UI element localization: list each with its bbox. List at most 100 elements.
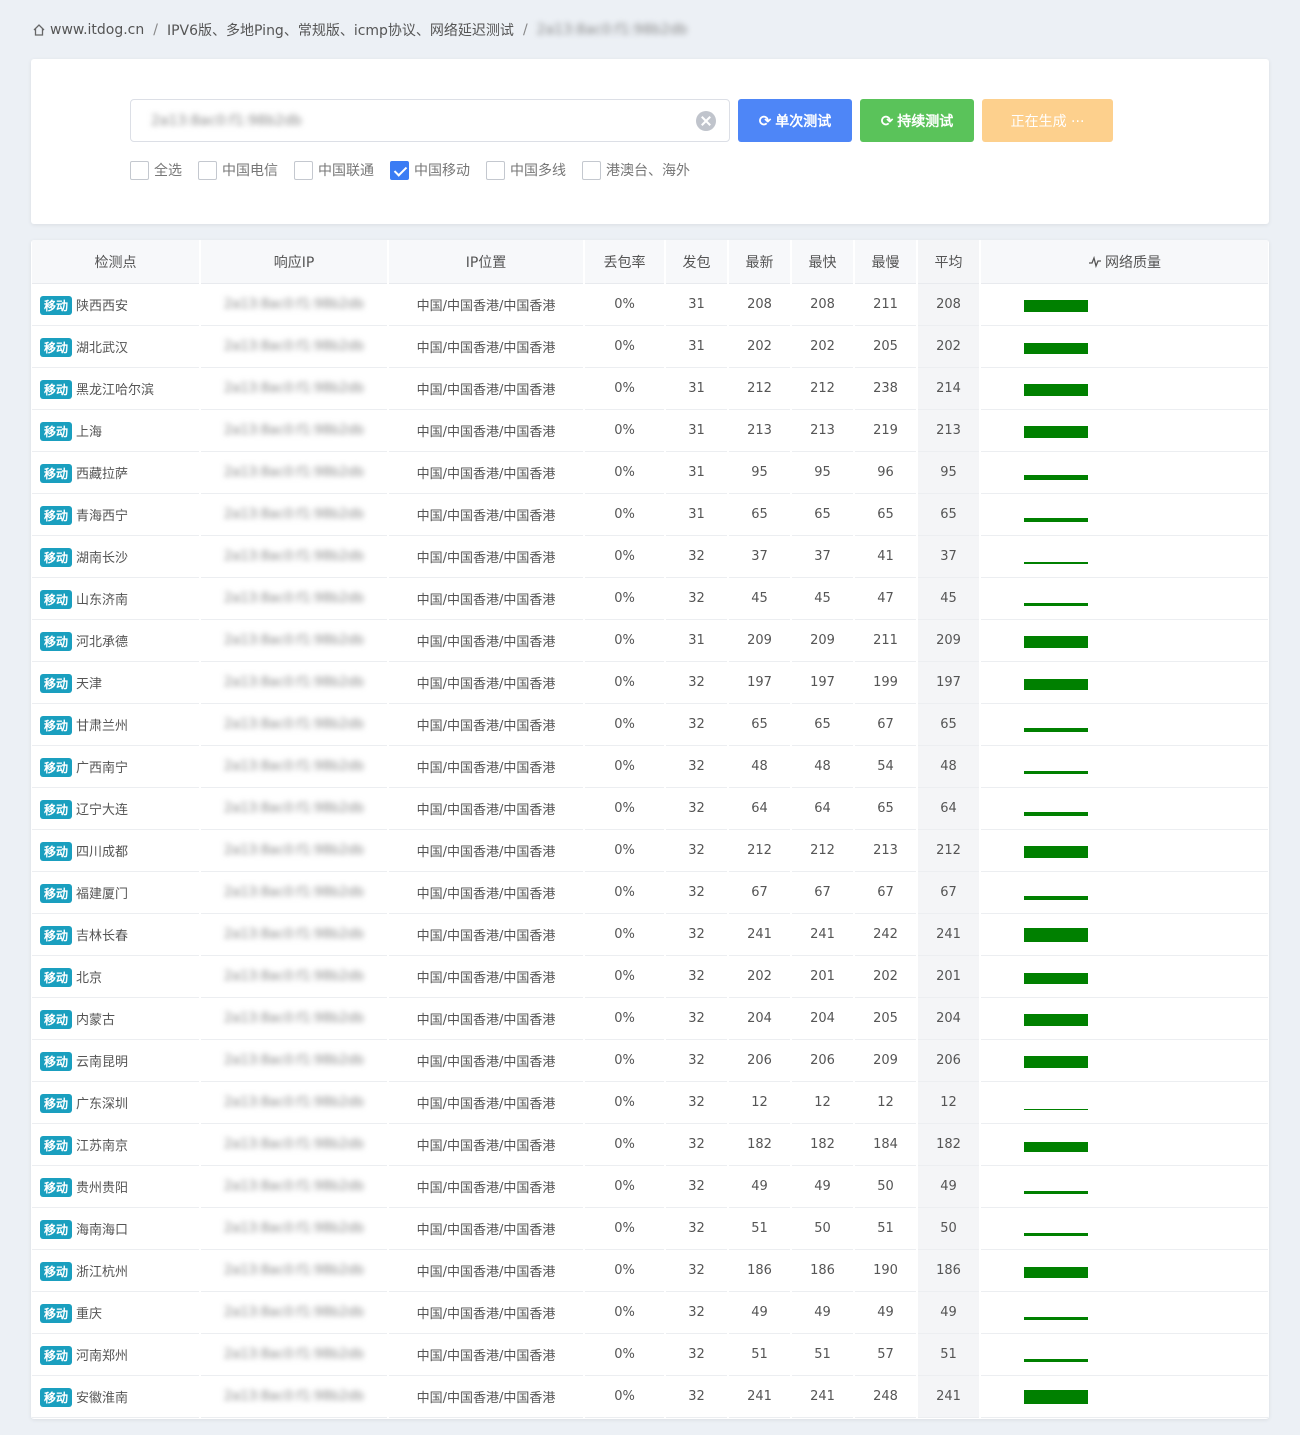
cell-sent: 32 xyxy=(666,1166,727,1208)
single-test-button[interactable]: ⟳ 单次测试 xyxy=(738,99,852,142)
col-latest[interactable]: 最新 xyxy=(729,240,790,284)
cell-location: 中国/中国香港/中国香港 xyxy=(389,1166,583,1208)
cell-location-text: 中国/中国香港/中国香港 xyxy=(416,719,556,734)
cell-location-text: 中国/中国香港/中国香港 xyxy=(416,845,556,860)
node-name: 湖北武汉 xyxy=(76,340,129,356)
cell-slowest: 213 xyxy=(855,830,916,872)
cell-latest-text: 64 xyxy=(751,801,768,816)
isp-badge: 移动 xyxy=(40,967,73,987)
cell-slowest-text: 209 xyxy=(873,1053,898,1068)
filter-label: 港澳台、海外 xyxy=(606,163,690,179)
breadcrumb-site[interactable]: www.itdog.cn xyxy=(50,22,144,38)
isp-badge: 移动 xyxy=(40,1345,73,1365)
cell-fastest: 65 xyxy=(792,494,853,536)
cell-average-text: 37 xyxy=(940,549,957,564)
home-icon[interactable] xyxy=(32,23,46,37)
generating-button[interactable]: 正在生成 ··· xyxy=(982,99,1113,142)
clear-icon[interactable] xyxy=(696,111,716,131)
cell-latest-text: 212 xyxy=(747,843,772,858)
col-loss[interactable]: 丢包率 xyxy=(585,240,664,284)
col-slowest[interactable]: 最慢 xyxy=(855,240,916,284)
cell-loss-text: 0% xyxy=(614,591,635,606)
quality-bar xyxy=(1024,426,1088,438)
checkbox-icon[interactable] xyxy=(294,160,313,180)
isp-badge: 移动 xyxy=(40,463,73,483)
isp-badge: 移动 xyxy=(40,1051,73,1071)
cell-location-text: 中国/中国香港/中国香港 xyxy=(416,971,556,986)
cell-ip: 2a13:8ac0:f1:98b2db xyxy=(201,410,387,452)
cell-latest-text: 51 xyxy=(751,1347,768,1362)
breadcrumb-separator: / xyxy=(522,22,528,38)
cell-sent-text: 31 xyxy=(688,423,705,438)
cell-latest-text: 241 xyxy=(747,927,772,942)
checkbox-icon[interactable] xyxy=(130,160,149,180)
cell-fastest-text: 12 xyxy=(814,1095,831,1110)
checkbox-icon[interactable] xyxy=(582,160,601,180)
cell-latest: 65 xyxy=(729,494,790,536)
cell-average-text: 95 xyxy=(940,465,957,480)
cell-slowest: 238 xyxy=(855,368,916,410)
col-fastest[interactable]: 最快 xyxy=(792,240,853,284)
quality-bar xyxy=(1024,475,1088,480)
cell-quality xyxy=(981,1334,1268,1376)
cell-average: 45 xyxy=(918,578,979,620)
col-ip[interactable]: 响应IP xyxy=(201,240,387,284)
node-name: 海南海口 xyxy=(76,1222,129,1238)
cell-quality xyxy=(981,368,1268,410)
cell-ip: 2a13:8ac0:f1:98b2db xyxy=(201,1334,387,1376)
cell-quality xyxy=(981,326,1268,368)
cell-slowest: 184 xyxy=(855,1124,916,1166)
col-average[interactable]: 平均 xyxy=(918,240,979,284)
col-sent[interactable]: 发包 xyxy=(666,240,727,284)
cell-fastest: 197 xyxy=(792,662,853,704)
cell-latest-text: 206 xyxy=(747,1053,772,1068)
cell-slowest-text: 202 xyxy=(873,969,898,984)
cell-location-text: 中国/中国香港/中国香港 xyxy=(416,1307,556,1322)
cell-ip-text: 2a13:8ac0:f1:98b2db xyxy=(224,423,364,438)
cell-fastest: 202 xyxy=(792,326,853,368)
cell-latest: 186 xyxy=(729,1250,790,1292)
cell-latest: 182 xyxy=(729,1124,790,1166)
cell-node: 移动 湖北武汉 xyxy=(32,326,199,368)
cell-ip-text: 2a13:8ac0:f1:98b2db xyxy=(224,843,364,858)
cell-ip-text: 2a13:8ac0:f1:98b2db xyxy=(224,1305,364,1320)
checkbox-icon[interactable] xyxy=(486,160,505,180)
isp-badge: 移动 xyxy=(40,1261,73,1281)
table-row: 移动 上海 2a13:8ac0:f1:98b2db 中国/中国香港/中国香港 0% 31 2… xyxy=(32,410,1268,452)
breadcrumb-page[interactable]: IPV6版、多地Ping、常规版、icmp协议、网络延迟测试 xyxy=(167,20,514,40)
cell-slowest: 199 xyxy=(855,662,916,704)
cell-loss: 0% xyxy=(585,746,664,788)
cell-quality xyxy=(981,410,1268,452)
continuous-test-button[interactable]: ⟳ 持续测试 xyxy=(860,99,974,142)
cell-average-text: 186 xyxy=(936,1263,961,1278)
cell-sent-text: 32 xyxy=(688,1179,705,1194)
checkbox-icon[interactable] xyxy=(198,160,217,180)
table-row: 移动 青海西宁 2a13:8ac0:f1:98b2db 中国/中国香港/中国香港 0% 3… xyxy=(32,494,1268,536)
cell-quality xyxy=(981,704,1268,746)
cell-loss-text: 0% xyxy=(614,675,635,690)
cell-node: 移动 辽宁大连 xyxy=(32,788,199,830)
target-input[interactable] xyxy=(151,100,691,141)
filter-checkbox[interactable]: 中国电信 xyxy=(198,160,278,180)
filter-checkbox[interactable]: 中国多线 xyxy=(486,160,566,180)
col-location[interactable]: IP位置 xyxy=(389,240,583,284)
cell-ip: 2a13:8ac0:f1:98b2db xyxy=(201,1166,387,1208)
cell-average: 48 xyxy=(918,746,979,788)
quality-bar xyxy=(1024,1390,1088,1404)
cell-average: 204 xyxy=(918,998,979,1040)
cell-slowest: 65 xyxy=(855,788,916,830)
cell-ip-text: 2a13:8ac0:f1:98b2db xyxy=(224,591,364,606)
checkbox-checked-icon[interactable] xyxy=(390,160,409,180)
cell-latest: 241 xyxy=(729,1376,790,1418)
filter-checkbox[interactable]: 中国移动 xyxy=(390,160,470,180)
filter-checkbox[interactable]: 港澳台、海外 xyxy=(582,160,690,180)
cell-slowest: 202 xyxy=(855,956,916,998)
cell-ip-text: 2a13:8ac0:f1:98b2db xyxy=(224,675,364,690)
cell-location: 中国/中国香港/中国香港 xyxy=(389,746,583,788)
cell-latest-text: 209 xyxy=(747,633,772,648)
cell-latest: 241 xyxy=(729,914,790,956)
filter-checkbox[interactable]: 中国联通 xyxy=(294,160,374,180)
col-quality[interactable]: 网络质量 xyxy=(981,240,1268,284)
filter-checkbox[interactable]: 全选 xyxy=(130,160,182,180)
col-node[interactable]: 检测点 xyxy=(32,240,199,284)
